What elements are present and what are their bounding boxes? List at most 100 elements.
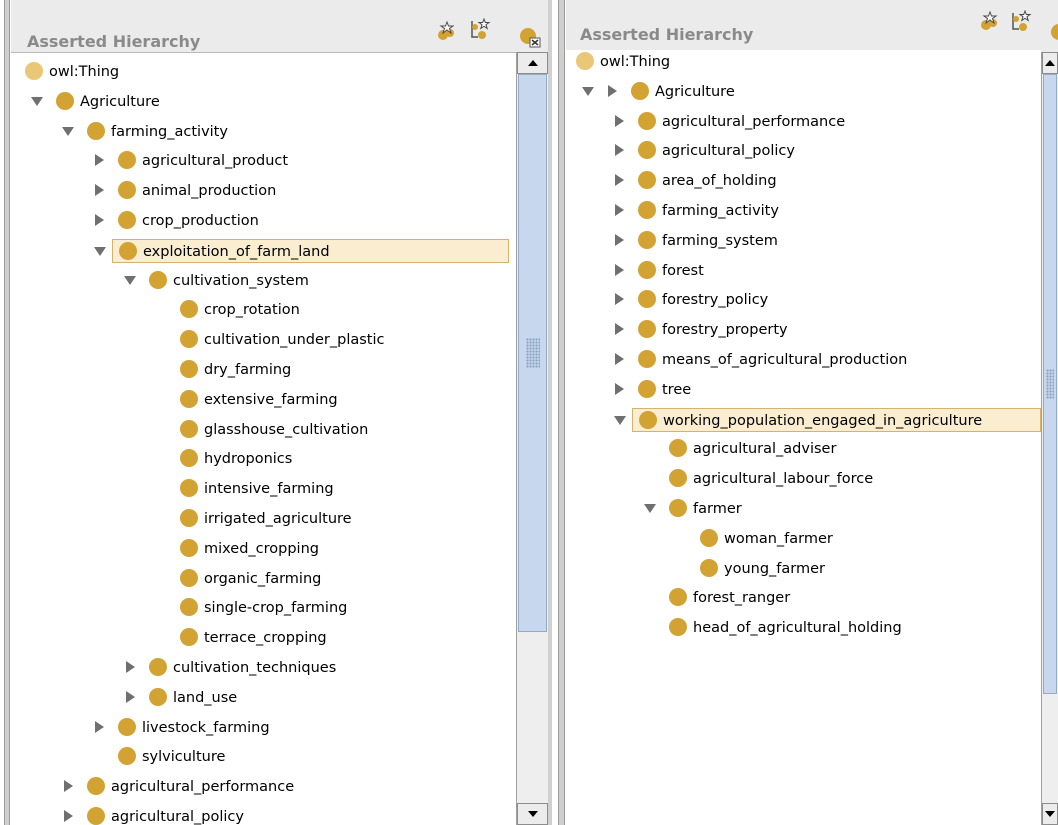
- tree-row-forestry-policy[interactable]: forestry_policy: [566, 288, 1041, 312]
- tree-row-farming-activity[interactable]: farming_activity: [11, 120, 509, 144]
- class-node-icon: [638, 201, 656, 219]
- collapse-toggle-icon[interactable]: [93, 244, 107, 258]
- tree-row-single-crop-farming[interactable]: single-crop_farming: [11, 596, 509, 620]
- class-node-icon: [118, 181, 136, 200]
- tree-row-extensive-farming[interactable]: extensive_farming: [11, 388, 509, 412]
- class-node-icon: [119, 241, 137, 260]
- tree-row-means-of-agricultural-production[interactable]: means_of_agricultural_production: [566, 348, 1041, 372]
- tree-row-agriculture[interactable]: Agriculture: [11, 90, 509, 114]
- tree-row-agricultural-adviser[interactable]: agricultural_adviser: [566, 437, 1041, 461]
- class-node-icon: [118, 747, 136, 766]
- tree-row-mixed-cropping[interactable]: mixed_cropping: [11, 537, 509, 561]
- expand-toggle-icon[interactable]: [612, 203, 626, 217]
- expand-toggle-icon[interactable]: [612, 352, 626, 366]
- collapse-toggle-icon[interactable]: [581, 84, 595, 98]
- expand-toggle-icon[interactable]: [612, 382, 626, 396]
- tree-row-terrace-cropping[interactable]: terrace_cropping: [11, 626, 509, 650]
- tree-row-intensive-farming[interactable]: intensive_farming: [11, 477, 509, 501]
- right-vertical-scrollbar[interactable]: [1041, 52, 1058, 825]
- tree-row-agricultural-product[interactable]: agricultural_product: [11, 149, 509, 173]
- left-scroll-thumb[interactable]: [518, 74, 547, 632]
- expand-toggle-icon[interactable]: [605, 84, 619, 98]
- right-scroll-down-button[interactable]: [1042, 803, 1058, 825]
- expand-toggle-icon[interactable]: [612, 322, 626, 336]
- tree-row-young-farmer[interactable]: young_farmer: [566, 557, 1041, 581]
- tree-row-tree[interactable]: tree: [566, 378, 1041, 402]
- collapse-toggle-icon[interactable]: [613, 413, 627, 427]
- collapse-toggle-icon[interactable]: [61, 124, 75, 138]
- tree-row-organic-farming[interactable]: organic_farming: [11, 567, 509, 591]
- tree-row-agricultural-performance[interactable]: agricultural_performance: [11, 775, 509, 799]
- expand-toggle-icon[interactable]: [612, 114, 626, 128]
- expand-toggle-icon[interactable]: [612, 143, 626, 157]
- tree-row-sylviculture[interactable]: sylviculture: [11, 745, 509, 769]
- tree-item-label: sylviculture: [142, 749, 226, 766]
- tree-row-working-population-engaged-in-agriculture[interactable]: working_population_engaged_in_agricultur…: [614, 407, 1041, 432]
- expand-toggle-icon[interactable]: [61, 779, 75, 793]
- right-scroll-up-button[interactable]: [1042, 52, 1058, 74]
- expand-toggle-icon[interactable]: [612, 233, 626, 247]
- tree-row-forest[interactable]: forest: [566, 259, 1041, 283]
- tree-row-agricultural-labour-force[interactable]: agricultural_labour_force: [566, 467, 1041, 491]
- class-node-icon: [638, 350, 656, 368]
- tree-row-head-of-agricultural-holding[interactable]: head_of_agricultural_holding: [566, 616, 1041, 640]
- collapse-toggle-icon[interactable]: [123, 273, 137, 287]
- tree-item-label: farmer: [693, 501, 742, 517]
- expand-toggle-icon[interactable]: [612, 292, 626, 306]
- tree-row-cultivation-under-plastic[interactable]: cultivation_under_plastic: [11, 328, 509, 352]
- left-scroll-up-button[interactable]: [517, 52, 548, 74]
- tree-row-cultivation-techniques[interactable]: cultivation_techniques: [11, 656, 509, 680]
- add-subclass-icon[interactable]: [435, 20, 457, 42]
- expand-toggle-icon[interactable]: [123, 690, 137, 704]
- expand-toggle-icon[interactable]: [92, 720, 106, 734]
- tree-row-woman-farmer[interactable]: woman_farmer: [566, 527, 1041, 551]
- class-node-icon: [149, 687, 167, 706]
- tree-row-land-use[interactable]: land_use: [11, 686, 509, 710]
- tree-row-cultivation-system[interactable]: cultivation_system: [11, 269, 509, 293]
- tree-row-agricultural-policy[interactable]: agricultural_policy: [566, 139, 1041, 163]
- tree-row-area-of-holding[interactable]: area_of_holding: [566, 169, 1041, 193]
- tree-row-hydroponics[interactable]: hydroponics: [11, 447, 509, 471]
- tree-row-owl-thing[interactable]: owl:Thing: [566, 50, 1041, 74]
- tree-row-agricultural-performance[interactable]: agricultural_performance: [566, 110, 1041, 134]
- tree-row-forest-ranger[interactable]: forest_ranger: [566, 586, 1041, 610]
- tree-item-label: agricultural_policy: [662, 143, 795, 160]
- tree-row-crop-production[interactable]: crop_production: [11, 209, 509, 233]
- tree-row-owl-thing[interactable]: owl:Thing: [11, 60, 509, 84]
- add-sibling-icon[interactable]: [469, 18, 491, 40]
- expand-toggle-icon[interactable]: [612, 173, 626, 187]
- expand-toggle-icon[interactable]: [92, 213, 106, 227]
- delete-class-icon[interactable]: [1050, 22, 1058, 44]
- class-node-icon: [638, 260, 656, 279]
- right-class-tree: owl:Thing Agriculture agricultural_perform…: [566, 50, 1041, 825]
- expand-toggle-icon[interactable]: [92, 183, 106, 197]
- delete-class-icon[interactable]: [519, 26, 541, 48]
- tree-row-animal-production[interactable]: animal_production: [11, 179, 509, 203]
- expand-toggle-icon[interactable]: [612, 263, 626, 277]
- expand-toggle-icon[interactable]: [92, 153, 106, 167]
- tree-row-irrigated-agriculture[interactable]: irrigated_agriculture: [11, 507, 509, 531]
- tree-row-farming-system[interactable]: farming_system: [566, 229, 1041, 253]
- tree-row-agriculture[interactable]: Agriculture: [566, 80, 1041, 104]
- add-sibling-icon[interactable]: [1010, 10, 1032, 32]
- tree-row-farming-activity[interactable]: farming_activity: [566, 199, 1041, 223]
- expand-toggle-icon[interactable]: [123, 660, 137, 674]
- tree-row-farmer[interactable]: farmer: [566, 497, 1041, 521]
- tree-row-crop-rotation[interactable]: crop_rotation: [11, 298, 509, 322]
- collapse-toggle-icon[interactable]: [30, 94, 44, 108]
- add-subclass-icon[interactable]: [978, 10, 1000, 32]
- class-node-icon: [180, 628, 198, 647]
- left-vertical-scrollbar[interactable]: [516, 52, 548, 825]
- tree-row-agricultural-policy[interactable]: agricultural_policy: [11, 805, 509, 825]
- tree-row-exploitation-of-farm-land[interactable]: exploitation_of_farm_land: [94, 238, 509, 263]
- tree-item-label: farming_activity: [662, 203, 779, 219]
- tree-row-forestry-property[interactable]: forestry_property: [566, 318, 1041, 342]
- right-scroll-thumb[interactable]: [1043, 74, 1057, 694]
- left-scroll-down-button[interactable]: [517, 803, 548, 825]
- tree-row-glasshouse-cultivation[interactable]: glasshouse_cultivation: [11, 418, 509, 442]
- expand-toggle-icon[interactable]: [61, 809, 75, 823]
- tree-row-dry-farming[interactable]: dry_farming: [11, 358, 509, 382]
- class-node-icon: [180, 360, 198, 378]
- tree-row-livestock-farming[interactable]: livestock_farming: [11, 716, 509, 740]
- collapse-toggle-icon[interactable]: [643, 501, 657, 515]
